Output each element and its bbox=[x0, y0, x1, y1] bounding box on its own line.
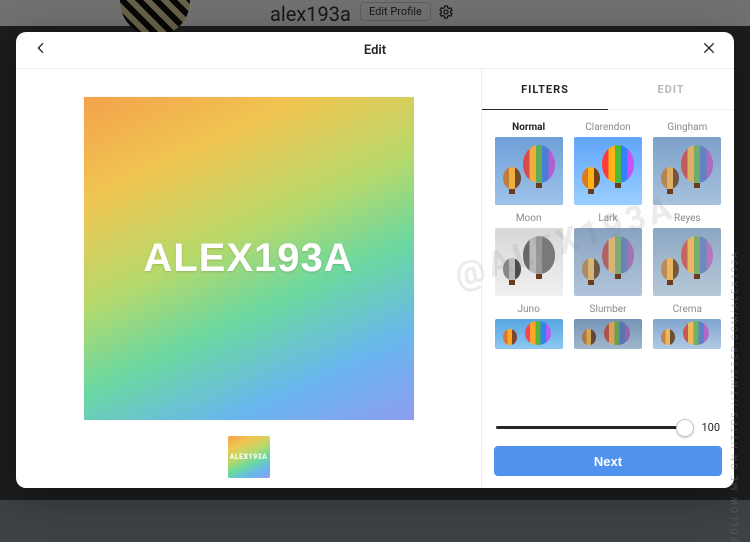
filter-thumbnail bbox=[495, 319, 563, 349]
filters-scroll[interactable]: Normal Clarendon Gingham Moon Lark Reyes Juno S… bbox=[482, 110, 734, 413]
filter-crema[interactable]: Crema bbox=[651, 300, 724, 349]
filter-label: Moon bbox=[516, 213, 542, 224]
preview-overlay-text: ALEX193A bbox=[143, 236, 353, 281]
filter-thumbnail bbox=[653, 228, 721, 296]
close-icon bbox=[701, 40, 717, 60]
image-thumbnails: ALEX193A bbox=[228, 436, 270, 478]
preview-pane: ALEX193A ALEX193A bbox=[16, 69, 481, 488]
tabs: FILTERS EDIT bbox=[482, 69, 734, 110]
next-button[interactable]: Next bbox=[494, 446, 722, 476]
filter-thumbnail bbox=[574, 137, 642, 205]
filter-label: Reyes bbox=[674, 213, 701, 224]
filter-thumbnail bbox=[495, 137, 563, 205]
modal-header: Edit bbox=[16, 32, 734, 69]
filter-thumbnail bbox=[653, 137, 721, 205]
back-button[interactable] bbox=[26, 32, 56, 68]
tab-edit[interactable]: EDIT bbox=[608, 69, 734, 109]
filters-grid: Normal Clarendon Gingham Moon Lark Reyes Juno S… bbox=[492, 118, 724, 349]
right-panel: FILTERS EDIT Normal Clarendon Gingham Moon L… bbox=[481, 69, 734, 488]
filter-juno[interactable]: Juno bbox=[492, 300, 565, 349]
filter-thumbnail bbox=[574, 228, 642, 296]
thumbnail-overlay-text: ALEX193A bbox=[230, 453, 268, 461]
filter-normal[interactable]: Normal bbox=[492, 118, 565, 205]
filter-label: Crema bbox=[673, 304, 702, 315]
filter-strength-value: 100 bbox=[696, 421, 720, 434]
filter-gingham[interactable]: Gingham bbox=[651, 118, 724, 205]
filter-label: Gingham bbox=[667, 122, 707, 133]
filter-lark[interactable]: Lark bbox=[571, 209, 644, 296]
slider-fill bbox=[496, 426, 686, 429]
filter-slumber[interactable]: Slumber bbox=[571, 300, 644, 349]
filter-thumbnail bbox=[653, 319, 721, 349]
preview-image[interactable]: ALEX193A bbox=[84, 97, 414, 420]
filter-clarendon[interactable]: Clarendon bbox=[571, 118, 644, 205]
filter-thumbnail bbox=[495, 228, 563, 296]
modal-body: ALEX193A ALEX193A FILTERS EDIT Normal Cla… bbox=[16, 69, 734, 488]
filter-strength-row: 100 bbox=[482, 413, 734, 438]
filter-label: Slumber bbox=[590, 304, 627, 315]
next-row: Next bbox=[482, 438, 734, 488]
close-button[interactable] bbox=[694, 32, 724, 68]
edit-modal: Edit ALEX193A ALEX193A FILTERS EDIT Norm… bbox=[16, 32, 734, 488]
filter-strength-slider[interactable] bbox=[496, 426, 686, 429]
filter-label: Lark bbox=[598, 213, 617, 224]
image-thumbnail[interactable]: ALEX193A bbox=[228, 436, 270, 478]
filter-label: Normal bbox=[512, 122, 545, 133]
filter-thumbnail bbox=[574, 319, 642, 349]
chevron-left-icon bbox=[33, 40, 49, 60]
modal-title: Edit bbox=[364, 43, 386, 58]
filter-label: Clarendon bbox=[585, 122, 630, 133]
filter-label: Juno bbox=[518, 304, 540, 315]
filter-reyes[interactable]: Reyes bbox=[651, 209, 724, 296]
slider-knob[interactable] bbox=[676, 419, 694, 437]
filter-moon[interactable]: Moon bbox=[492, 209, 565, 296]
tab-filters[interactable]: FILTERS bbox=[482, 69, 608, 110]
